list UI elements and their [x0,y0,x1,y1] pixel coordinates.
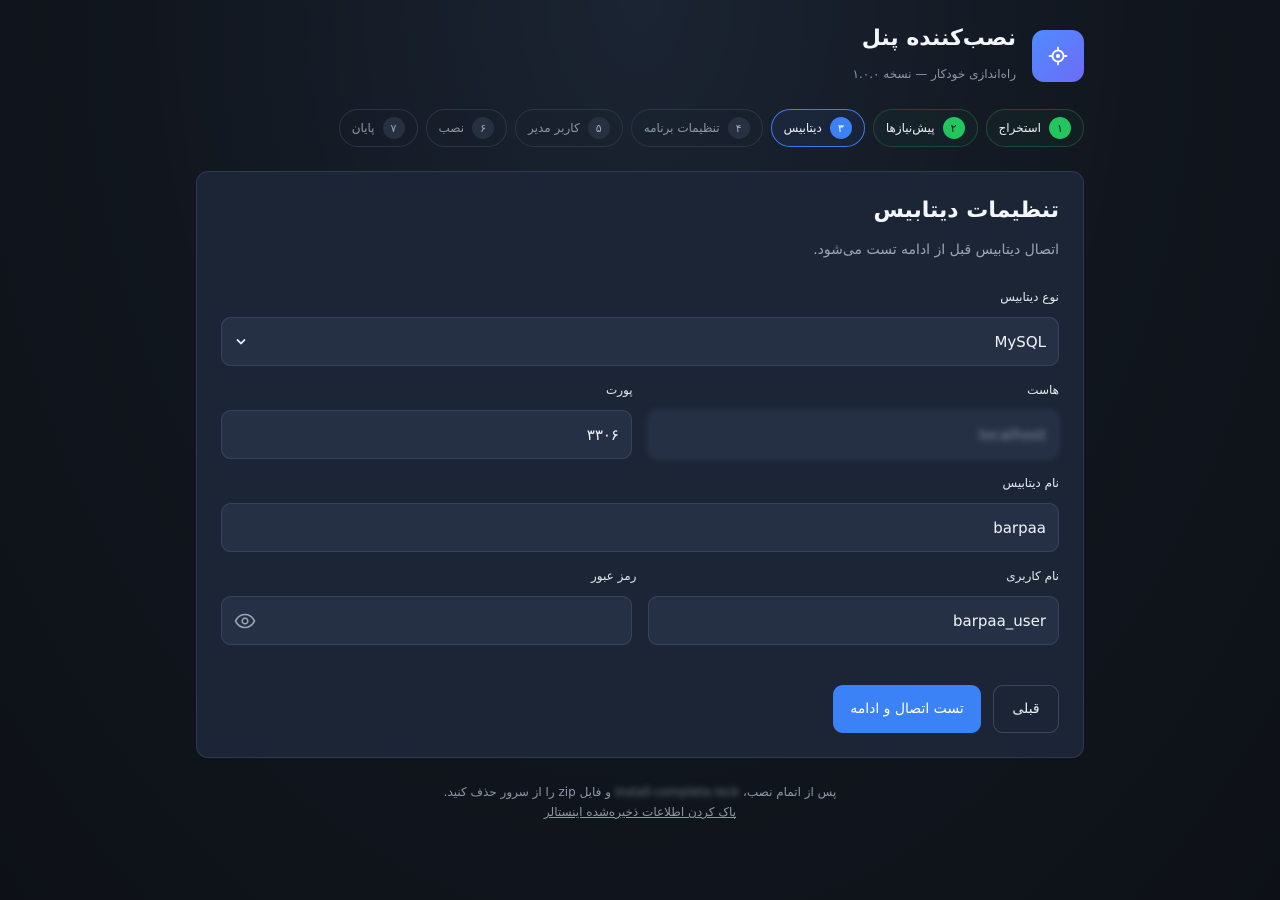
step-install[interactable]: ۶ نصب [425,109,508,147]
step-app-settings[interactable]: ۴ تنظیمات برنامه [630,109,763,147]
installer-container: نصب‌کننده پنل راه‌اندازی خودکار — نسخه ۱… [196,0,1084,900]
port-input[interactable]: ۳۳۰۶ [221,410,632,459]
page-title: نصب‌کننده پنل [861,26,1016,51]
step-number: ۳ [829,117,852,139]
gear-icon [1048,46,1068,66]
step-label: استخراج [998,121,1041,135]
step-number: ۶ [472,117,495,139]
clear-saved-data-link[interactable]: پاک کردن اطلاعات ذخیره‌شده اینستالر [544,805,736,819]
db-name-label: نام دیتابیس [1002,476,1059,490]
eye-icon[interactable] [234,613,256,629]
step-admin-user[interactable]: ۵ کاربر مدیر [515,109,623,147]
password-input[interactable] [221,596,632,645]
db-type-value: MySQL [994,332,1046,351]
stepper: ۱ استخراج ۲ پیش‌نیازها ۳ دیتابیس ۴ تنظیم… [338,109,1084,147]
test-connection-continue-button[interactable]: تست اتصال و ادامه [833,685,981,733]
step-number: ۱ [1049,117,1071,139]
previous-button[interactable]: قبلی [993,685,1059,733]
step-database[interactable]: ۳ دیتابیس [770,109,865,147]
username-value: barpaa_user [952,611,1046,630]
host-input[interactable]: localhost [648,410,1059,459]
footer-note: پس از اتمام نصب، install-complete.lock و… [196,782,1084,822]
port-label: پورت [606,383,633,397]
step-finish[interactable]: ۷ پایان [338,109,418,147]
cleanup-text-end: و فایل zip را از سرور حذف کنید. [443,785,611,799]
db-name-input[interactable]: barpaa [221,503,1059,552]
step-number: ۵ [587,117,610,139]
step-label: کاربر مدیر [528,121,580,135]
step-label: تنظیمات برنامه [643,121,720,135]
db-type-label: نوع دیتابیس [1000,290,1059,304]
step-label: دیتابیس [783,121,822,135]
chevron-down-icon [234,335,246,349]
cleanup-text-start: پس از اتمام نصب، [743,785,837,799]
password-label: رمز عبور [591,569,637,583]
app-logo [1032,30,1084,82]
step-label: نصب [438,121,465,135]
db-type-select[interactable]: MySQL [221,317,1059,366]
step-number: ۴ [727,117,750,139]
step-number: ۷ [382,117,405,139]
card-title: تنظیمات دیتابیس [873,198,1059,223]
cleanup-notice: پس از اتمام نصب، install-complete.lock و… [196,782,1084,802]
port-value: ۳۳۰۶ [586,425,619,444]
card-description: اتصال دیتابیس قبل از ادامه تست می‌شود. [813,242,1059,258]
step-label: پایان [351,121,375,135]
database-settings-card: تنظیمات دیتابیس اتصال دیتابیس قبل از ادا… [196,171,1084,758]
step-number: ۲ [942,117,965,139]
host-label: هاست [1027,383,1059,397]
host-value: localhost [978,425,1046,444]
username-label: نام کاربری [1006,569,1059,583]
step-extract[interactable]: ۱ استخراج [985,109,1084,147]
page-subtitle: راه‌اندازی خودکار — نسخه ۱.۰.۰ [852,67,1017,81]
step-prerequisites[interactable]: ۲ پیش‌نیازها [872,109,978,147]
username-input[interactable]: barpaa_user [648,596,1059,645]
cleanup-file-name: install-complete.lock [614,785,740,799]
db-name-value: barpaa [993,518,1046,537]
step-label: پیش‌نیازها [885,121,935,135]
